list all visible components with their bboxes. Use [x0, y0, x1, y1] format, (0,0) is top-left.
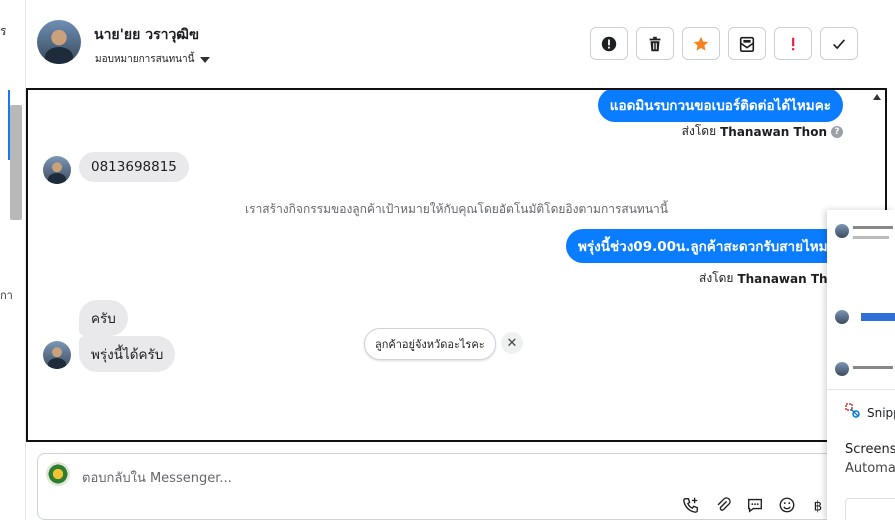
sent-by-label: ส่งโดย Thanawan Thon ? — [682, 122, 843, 141]
help-icon[interactable]: ? — [831, 125, 843, 138]
mail-icon — [739, 36, 755, 52]
mark-done-button[interactable] — [820, 27, 858, 60]
outgoing-message[interactable]: แอดมินรบกวนขอเบอร์ติดต่อได้ไหมคะ — [597, 90, 843, 122]
notification-card — [845, 498, 895, 520]
incoming-message[interactable]: ครับ — [79, 300, 128, 336]
message-thread[interactable]: แอดมินรบกวนขอเบอร์ติดต่อได้ไหมคะ ส่งโดย … — [26, 88, 887, 442]
payment-icon[interactable]: ฿ — [810, 496, 828, 514]
contact-avatar-small — [43, 156, 71, 184]
close-icon[interactable]: ✕ — [501, 332, 523, 354]
emoji-icon[interactable] — [778, 496, 796, 514]
reply-input[interactable]: ตอบกลับใน Messenger... — [82, 467, 232, 488]
incoming-message[interactable]: พรุ่งนี้ได้ครับ — [79, 336, 176, 372]
header-actions — [590, 27, 858, 60]
saved-replies-icon[interactable] — [746, 496, 764, 514]
outgoing-message[interactable]: พรุ่งนี้ช่วง09.00น.ลูกค้าสะดวกรับสายไหมค… — [566, 229, 856, 263]
sent-by-prefix: ส่งโดย — [681, 124, 717, 138]
caret-down-icon — [200, 56, 211, 63]
follow-up-button[interactable] — [774, 27, 812, 60]
sent-by-label: ส่งโดย Thanawan Thon — [699, 269, 844, 288]
snipping-tool-logo-icon — [845, 403, 860, 418]
exclamation-icon — [792, 37, 795, 50]
left-panel-text-fragment-2: กา — [0, 289, 13, 302]
left-panel-text-fragment: ร — [0, 24, 7, 38]
contact-avatar-small — [43, 341, 71, 369]
svg-text:฿: ฿ — [814, 498, 823, 514]
contact-avatar[interactable] — [37, 20, 81, 64]
assign-label: มอบหมายการสนทนานี้ — [95, 54, 195, 65]
left-panel-strip: ร กา — [0, 0, 26, 520]
trash-icon — [649, 36, 661, 51]
scroll-up-arrow-icon[interactable] — [873, 94, 881, 100]
snipping-tool-app-name: Snipp — [867, 406, 895, 420]
phone-add-icon[interactable] — [682, 496, 700, 514]
mark-spam-button[interactable] — [590, 27, 628, 60]
system-note: เราสร้างกิจกรรมของลูกค้าเป้าหมายให้กับคุ… — [245, 202, 668, 216]
page-avatar — [46, 462, 70, 486]
conversation-header: นาย'ยย วราวุฒิฃ มอบหมายการสนทนานี้ — [27, 0, 895, 88]
reply-composer[interactable]: ตอบกลับใน Messenger... ฿ — [37, 453, 895, 520]
star-icon — [693, 36, 709, 50]
attachment-icon[interactable] — [714, 496, 732, 514]
star-button[interactable] — [682, 27, 720, 60]
screenshot-preview-thumbnail[interactable] — [827, 210, 895, 390]
incoming-message[interactable]: 0813698815 — [79, 152, 189, 182]
left-scrollbar[interactable] — [10, 105, 22, 220]
alert-circle-icon — [601, 36, 617, 51]
composer-toolbar: ฿ — [682, 496, 828, 514]
contact-name[interactable]: นาย'ยย วราวุฒิฃ — [94, 24, 199, 46]
snipping-tool-notification[interactable]: Snipp Screensh Automat — [827, 210, 895, 520]
assign-conversation-dropdown[interactable]: มอบหมายการสนทนานี้ — [95, 52, 211, 67]
notification-heading: Screensh — [845, 442, 895, 457]
mark-unread-button[interactable] — [728, 27, 766, 60]
suggested-reply-chip[interactable]: ลูกค้าอยู่จังหวัดอะไรคะ — [364, 328, 496, 360]
notification-subtext: Automat — [845, 461, 895, 476]
sent-by-prefix: ส่งโดย — [699, 271, 734, 285]
check-icon — [833, 38, 846, 49]
delete-button[interactable] — [636, 27, 674, 60]
sender-name: Thanawan Thon — [720, 124, 827, 139]
